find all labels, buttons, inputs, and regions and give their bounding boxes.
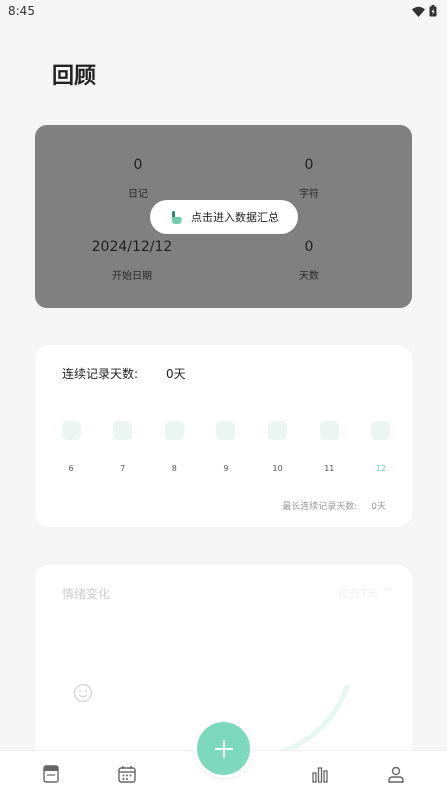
stat-diary: 0 日记 — [68, 157, 208, 200]
stat-chars: 0 字符 — [239, 157, 379, 200]
mood-title: 情绪变化 — [62, 587, 111, 601]
day-label: 6 — [68, 464, 74, 473]
longest-streak-value: 0天 — [371, 502, 386, 512]
day-box — [268, 421, 288, 440]
day-box — [319, 421, 339, 440]
profile-icon[interactable] — [387, 765, 405, 783]
day-label: 12 — [375, 464, 387, 473]
tap-hand-icon — [172, 211, 182, 224]
add-icon — [214, 739, 233, 758]
diary-count: 0 — [133, 157, 143, 173]
stat-days: 0 天数 — [239, 239, 379, 282]
day-item: 8 — [164, 421, 184, 473]
day-label: 11 — [324, 464, 335, 473]
bar-chart-icon[interactable] — [311, 765, 329, 783]
status-bar: 8:45 — [0, 0, 447, 22]
start-date: 2024/12/12 — [91, 239, 173, 255]
streak-value: 0天 — [166, 367, 186, 381]
mood-curve-line — [272, 684, 350, 755]
diary-label: 日记 — [128, 189, 148, 200]
mood-range-label: 过去7天 — [338, 587, 378, 600]
day-box — [61, 421, 81, 440]
day-item: 10 — [268, 421, 288, 473]
longest-streak-label: 最长连续记录天数: — [282, 502, 358, 512]
chevron-down-icon — [384, 587, 392, 592]
streak-card: 连续记录天数: 0天 6 7 8 9 10 11 12 最长连续记录天数: 0天 — [35, 345, 412, 527]
mood-range-select[interactable]: 过去7天 — [338, 585, 392, 601]
char-count: 0 — [304, 157, 314, 173]
day-item: 9 — [216, 421, 236, 473]
stat-start-date: 2024/12/12 开始日期 — [62, 239, 202, 282]
streak-header: 连续记录天数: 0天 — [62, 365, 186, 382]
diary-book-icon[interactable] — [43, 765, 59, 783]
streak-label: 连续记录天数: — [62, 367, 139, 381]
day-item-today: 12 — [371, 421, 391, 473]
start-date-label: 开始日期 — [112, 271, 152, 282]
calendar-icon[interactable] — [118, 765, 136, 783]
char-label: 字符 — [299, 189, 319, 200]
day-box — [113, 421, 133, 440]
add-entry-button[interactable] — [197, 722, 250, 775]
status-icons — [412, 5, 437, 17]
day-box — [216, 421, 236, 440]
longest-streak: 最长连续记录天数: 0天 — [282, 499, 386, 512]
battery-icon — [429, 5, 437, 17]
status-time: 8:45 — [8, 4, 35, 18]
day-label: 8 — [171, 464, 177, 473]
stats-card[interactable]: 0 日记 0 字符 2024/12/12 开始日期 0 天数 点击进入数据汇总 — [35, 125, 412, 308]
days-label: 天数 — [299, 271, 319, 282]
smiley-face-icon — [73, 683, 93, 703]
day-label: 7 — [120, 464, 126, 473]
summary-button[interactable]: 点击进入数据汇总 — [150, 200, 298, 234]
wifi-icon — [412, 6, 425, 17]
page-title: 回顾 — [52, 64, 97, 89]
days-count: 0 — [304, 239, 314, 255]
day-item: 11 — [319, 421, 339, 473]
day-item: 6 — [61, 421, 81, 473]
streak-days-row: 6 7 8 9 10 11 12 — [61, 421, 391, 473]
summary-button-label: 点击进入数据汇总 — [191, 211, 279, 224]
day-label: 9 — [223, 464, 229, 473]
day-box — [164, 421, 184, 440]
day-label: 10 — [272, 464, 283, 473]
day-box — [371, 421, 391, 440]
day-item: 7 — [113, 421, 133, 473]
